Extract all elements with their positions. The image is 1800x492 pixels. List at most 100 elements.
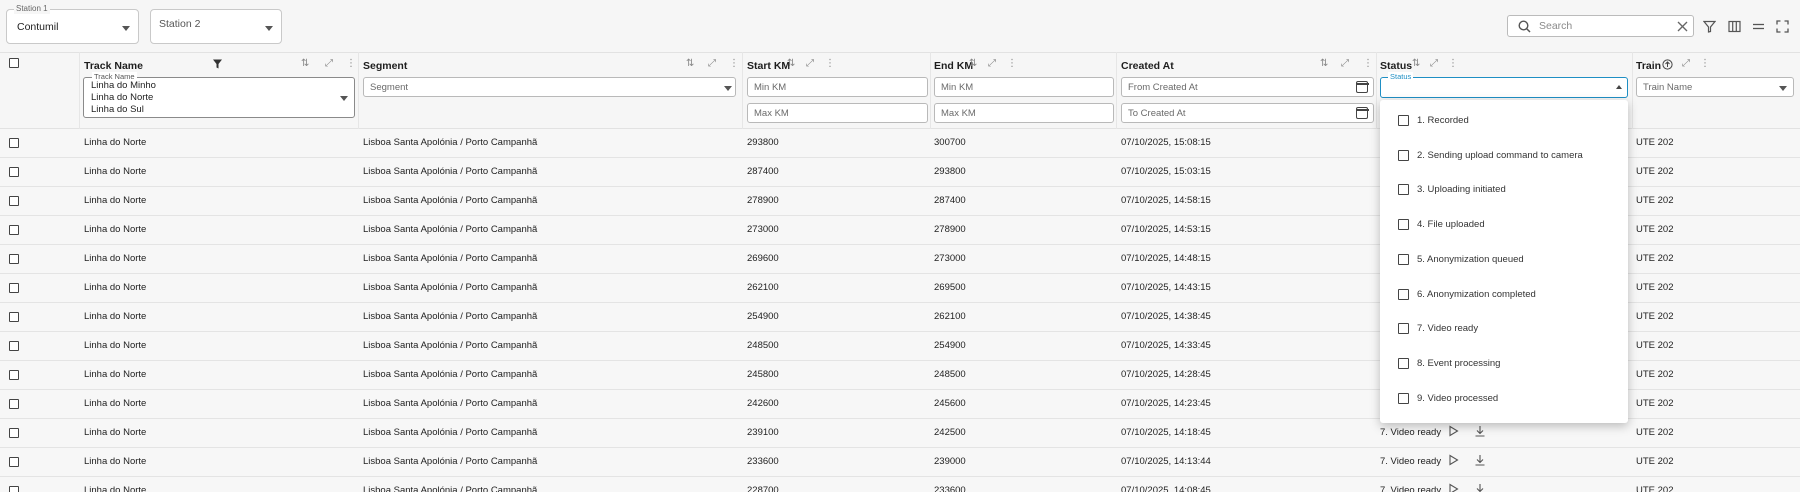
density-icon[interactable] <box>1750 18 1766 34</box>
play-icon[interactable] <box>1448 483 1459 492</box>
station1-select[interactable]: Station 1 Contumil <box>6 4 139 44</box>
status-option-checkbox[interactable] <box>1398 288 1409 300</box>
sort-up-icon[interactable] <box>1662 59 1673 73</box>
resize-icon[interactable]: ⤢ <box>988 58 996 69</box>
status-option[interactable]: 4. File uploaded <box>1380 208 1628 242</box>
sort-icon[interactable]: ⇅ <box>1320 58 1328 69</box>
row-checkbox[interactable] <box>9 428 19 438</box>
column-header-track-name[interactable]: Track Name <box>84 60 143 72</box>
status-option[interactable]: 7. Video ready <box>1380 312 1628 346</box>
download-icon[interactable] <box>1474 483 1486 492</box>
resize-icon[interactable]: ⤢ <box>708 58 716 69</box>
calendar-icon[interactable] <box>1355 107 1369 119</box>
from-created-at-input[interactable]: From Created At <box>1121 77 1374 97</box>
download-icon[interactable] <box>1474 454 1486 469</box>
row-checkbox[interactable] <box>9 283 19 293</box>
status-option[interactable]: 1. Recorded <box>1380 104 1628 138</box>
table-row[interactable]: Linha do Norte Lisboa Santa Apolónia / Po… <box>0 477 1800 492</box>
status-option[interactable]: 3. Uploading initiated <box>1380 173 1628 207</box>
track-option[interactable]: Linha do Norte <box>91 92 153 103</box>
table-row[interactable]: Linha do Norte Lisboa Santa Apolónia / Po… <box>0 448 1800 477</box>
status-option-checkbox[interactable] <box>1398 115 1409 126</box>
table-row[interactable]: Linha do Norte Lisboa Santa Apolónia / Po… <box>0 419 1800 448</box>
start-max-km-input[interactable]: Max KM <box>747 103 928 123</box>
status-option-checkbox[interactable] <box>1398 219 1409 231</box>
download-icon[interactable] <box>1474 425 1486 440</box>
select-all-checkbox[interactable] <box>9 58 19 68</box>
sort-icon[interactable]: ⇅ <box>686 58 694 69</box>
row-checkbox[interactable] <box>9 196 19 206</box>
row-checkbox[interactable] <box>9 254 19 264</box>
column-header-status[interactable]: Status <box>1380 60 1412 72</box>
resize-icon[interactable]: ⤢ <box>1341 58 1349 69</box>
status-option[interactable]: 6. Anonymization completed <box>1380 278 1628 312</box>
status-option-checkbox[interactable] <box>1398 184 1409 196</box>
row-checkbox[interactable] <box>9 399 19 409</box>
status-option-checkbox[interactable] <box>1398 253 1409 265</box>
segment-filter[interactable]: Segment <box>363 77 736 97</box>
filter-icon[interactable] <box>1701 18 1717 34</box>
row-checkbox[interactable] <box>9 138 19 148</box>
calendar-icon[interactable] <box>1355 81 1369 93</box>
sort-icon[interactable]: ⇅ <box>787 58 795 69</box>
cell-end-km: 300700 <box>934 137 966 148</box>
status-option-checkbox[interactable] <box>1398 149 1409 161</box>
status-option-checkbox[interactable] <box>1398 357 1409 369</box>
start-min-km-input[interactable]: Min KM <box>747 77 928 97</box>
column-header-start-km[interactable]: Start KM <box>747 60 790 72</box>
track-option[interactable]: Linha do Sul <box>91 104 144 115</box>
sort-icon[interactable]: ⇅ <box>301 58 309 69</box>
close-icon[interactable] <box>1675 19 1689 33</box>
column-menu-icon[interactable]: ⋮ <box>1007 58 1017 69</box>
row-checkbox[interactable] <box>9 370 19 380</box>
filter-active-icon[interactable] <box>213 59 222 72</box>
play-icon[interactable] <box>1448 425 1459 440</box>
column-header-train[interactable]: Train <box>1636 60 1661 72</box>
status-option[interactable]: 9. Video processed <box>1380 382 1628 416</box>
status-option[interactable]: 5. Anonymization queued <box>1380 243 1628 277</box>
row-checkbox[interactable] <box>9 167 19 177</box>
cell-start-km: 262100 <box>747 282 779 293</box>
status-option-checkbox[interactable] <box>1398 392 1409 404</box>
train-name-filter[interactable]: Train Name <box>1636 77 1794 97</box>
resize-icon[interactable]: ⤢ <box>806 58 814 69</box>
status-option[interactable]: 2. Sending upload command to camera <box>1380 139 1628 173</box>
status-option-label: 7. Video ready <box>1417 323 1479 335</box>
fullscreen-icon[interactable] <box>1774 18 1790 34</box>
search-input[interactable]: Search <box>1539 20 1572 32</box>
row-checkbox[interactable] <box>9 341 19 351</box>
to-created-at-input[interactable]: To Created At <box>1121 103 1374 123</box>
track-option[interactable]: Linha do Minho <box>91 80 156 91</box>
column-header-segment[interactable]: Segment <box>363 60 407 72</box>
play-icon[interactable] <box>1448 454 1459 469</box>
row-checkbox[interactable] <box>9 457 19 467</box>
resize-icon[interactable]: ⤢ <box>325 58 333 69</box>
sort-icon[interactable]: ⇅ <box>969 58 977 69</box>
column-header-end-km[interactable]: End KM <box>934 60 973 72</box>
resize-icon[interactable]: ⤢ <box>1682 58 1690 69</box>
status-option[interactable]: 8. Event processing <box>1380 347 1628 381</box>
column-header-created-at[interactable]: Created At <box>1121 60 1174 72</box>
row-checkbox[interactable] <box>9 225 19 235</box>
resize-icon[interactable]: ⤢ <box>1430 58 1438 69</box>
column-menu-icon[interactable]: ⋮ <box>825 58 835 69</box>
sort-icon[interactable]: ⇅ <box>1412 58 1420 69</box>
column-menu-icon[interactable]: ⋮ <box>729 58 739 69</box>
search-field[interactable]: Search <box>1507 15 1694 37</box>
column-menu-icon[interactable]: ⋮ <box>1700 58 1710 69</box>
status-option-checkbox[interactable] <box>1398 323 1409 335</box>
track-name-filter[interactable]: Track Name Linha do Minho Linha do Norte… <box>83 72 355 118</box>
columns-icon[interactable] <box>1726 18 1742 34</box>
column-menu-icon[interactable]: ⋮ <box>1363 58 1373 69</box>
cell-train: UTE 202 <box>1636 166 1674 177</box>
status-filter[interactable]: Status <box>1380 72 1628 98</box>
row-checkbox[interactable] <box>9 486 19 492</box>
column-menu-icon[interactable]: ⋮ <box>346 58 356 69</box>
end-min-km-input[interactable]: Min KM <box>934 77 1114 97</box>
cell-track-name: Linha do Norte <box>84 253 147 264</box>
start-max-km-placeholder: Max KM <box>754 108 789 119</box>
station2-select[interactable]: Station 2 <box>150 9 282 44</box>
column-menu-icon[interactable]: ⋮ <box>1448 58 1458 69</box>
end-max-km-input[interactable]: Max KM <box>934 103 1114 123</box>
row-checkbox[interactable] <box>9 312 19 322</box>
